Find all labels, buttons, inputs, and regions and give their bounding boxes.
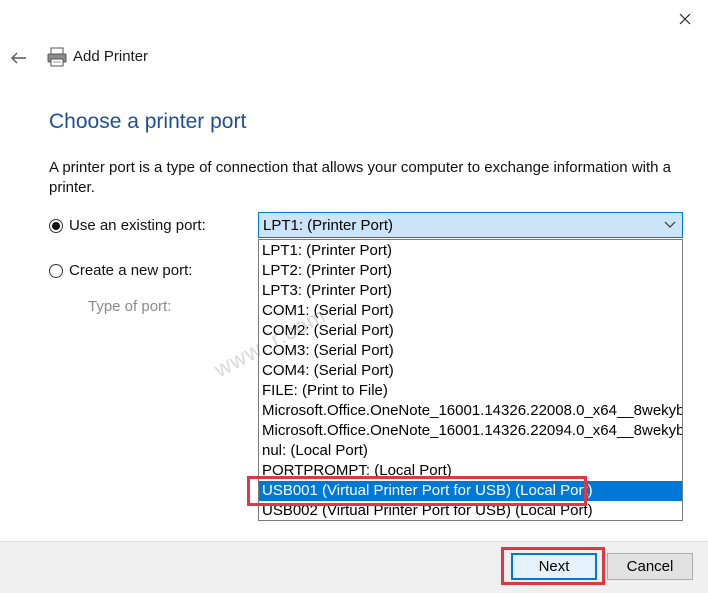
port-option-highlighted[interactable]: USB001 (Virtual Printer Port for USB) (L… (259, 481, 682, 501)
printer-icon (46, 46, 68, 68)
next-button[interactable]: Next (511, 553, 597, 580)
new-port-label[interactable]: Create a new port: (69, 262, 192, 279)
port-option[interactable]: COM3: (Serial Port) (259, 341, 682, 361)
port-option[interactable]: COM2: (Serial Port) (259, 321, 682, 341)
back-arrow-icon (11, 52, 26, 64)
port-combo-value: LPT1: (Printer Port) (263, 217, 394, 234)
port-option[interactable]: LPT1: (Printer Port) (259, 241, 682, 261)
port-combo-box[interactable]: LPT1: (Printer Port) (258, 212, 683, 238)
page-heading: Choose a printer port (49, 110, 247, 133)
port-option[interactable]: FILE: (Print to File) (259, 381, 682, 401)
port-option[interactable]: LPT3: (Printer Port) (259, 281, 682, 301)
port-option[interactable]: COM4: (Serial Port) (259, 361, 682, 381)
port-option[interactable]: USB002 (Virtual Printer Port for USB) (L… (259, 501, 682, 520)
new-port-radio[interactable] (49, 264, 63, 278)
window-title: Add Printer (73, 48, 149, 65)
chevron-down-icon (664, 221, 676, 228)
cancel-button[interactable]: Cancel (607, 553, 693, 580)
close-button[interactable] (668, 6, 702, 32)
back-button[interactable] (6, 46, 32, 70)
port-option[interactable]: LPT2: (Printer Port) (259, 261, 682, 281)
port-option[interactable]: Microsoft.Office.OneNote_16001.14326.220… (259, 421, 682, 441)
port-dropdown-list[interactable]: LPT1: (Printer Port) LPT2: (Printer Port… (258, 239, 683, 521)
existing-port-radio[interactable] (49, 219, 63, 233)
close-icon (679, 13, 691, 25)
port-option[interactable]: Microsoft.Office.OneNote_16001.14326.220… (259, 401, 682, 421)
page-description: A printer port is a type of connection t… (49, 159, 672, 196)
type-of-port-label: Type of port: (88, 298, 172, 315)
dialog-footer (0, 541, 708, 593)
port-option[interactable]: nul: (Local Port) (259, 441, 682, 461)
radio-selected-dot (52, 222, 60, 230)
port-option[interactable]: COM1: (Serial Port) (259, 301, 682, 321)
existing-port-label[interactable]: Use an existing port: (69, 217, 206, 234)
port-option[interactable]: PORTPROMPT: (Local Port) (259, 461, 682, 481)
